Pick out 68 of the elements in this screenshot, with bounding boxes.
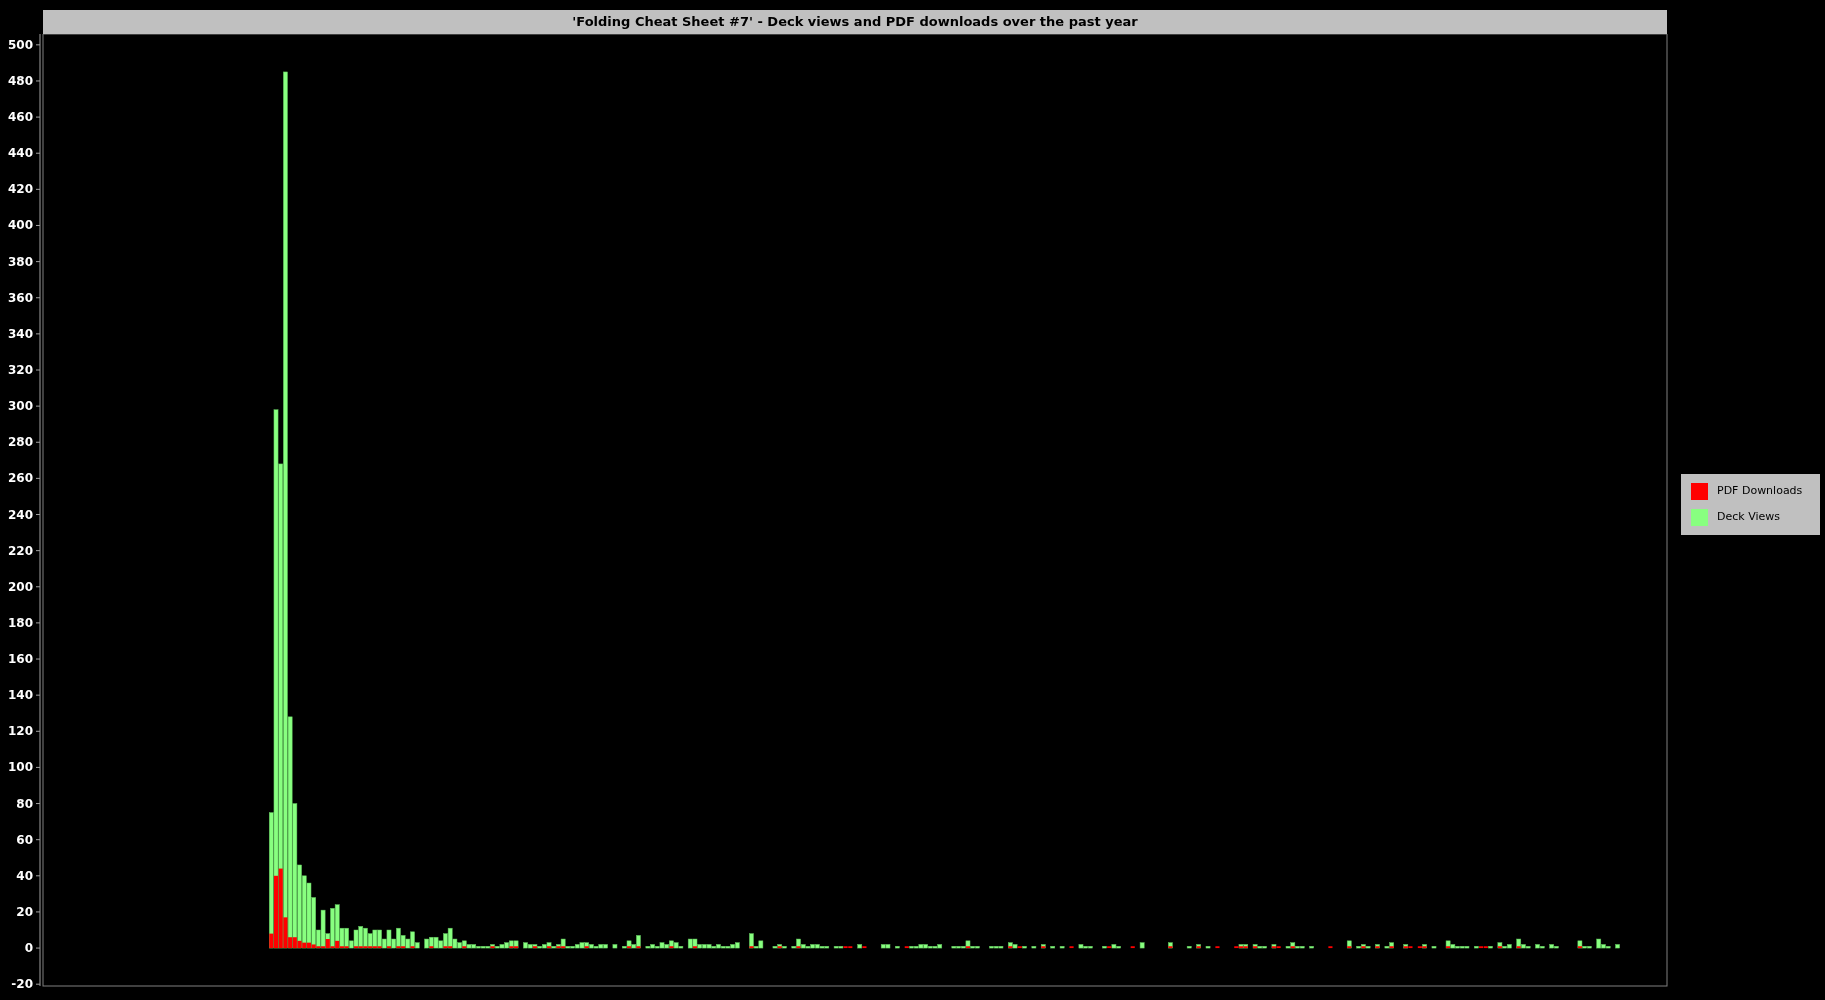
downloads-bar <box>429 946 434 949</box>
downloads-bar <box>627 946 632 949</box>
y-tick-label: 360 <box>7 290 33 305</box>
y-tick-label: -20 <box>11 977 33 992</box>
y-tick-label: 160 <box>7 652 33 667</box>
y-tick-label: 180 <box>7 615 33 630</box>
y-tick-label: 460 <box>7 110 33 125</box>
y-tick-label: 80 <box>16 796 33 811</box>
y-tick-label: 300 <box>7 399 33 414</box>
downloads-bar <box>777 946 782 949</box>
downloads-bar <box>1008 946 1013 949</box>
downloads-bar <box>462 946 467 949</box>
downloads-bar <box>1375 946 1380 949</box>
downloads-bar <box>965 946 971 949</box>
y-tick-label: 380 <box>7 254 33 269</box>
downloads-bar <box>1069 946 1074 949</box>
chart-title: 'Folding Cheat Sheet #7' - Deck views and PDF downloads over the past year <box>43 10 1667 34</box>
y-tick-label: 220 <box>7 543 33 558</box>
downloads-bar <box>796 946 801 949</box>
y-tick-label: 420 <box>7 182 33 197</box>
downloads-bar <box>410 946 415 949</box>
y-tick-label: 440 <box>7 146 33 161</box>
legend-label: Deck Views <box>1717 509 1780 526</box>
downloads-bar <box>1168 946 1173 949</box>
downloads-bar <box>692 946 697 949</box>
y-tick-label: 100 <box>7 760 33 775</box>
downloads-bar <box>1107 946 1112 949</box>
downloads-bar <box>1130 946 1135 949</box>
y-tick-label: 200 <box>7 579 33 594</box>
y-tick-label: 320 <box>7 363 33 377</box>
downloads-bar <box>490 946 495 949</box>
downloads-bar <box>669 946 674 949</box>
downloads-bar <box>1328 946 1333 949</box>
downloads-bar <box>1253 946 1258 949</box>
downloads-bar <box>1196 946 1201 949</box>
downloads-bar <box>532 946 537 949</box>
y-tick-label: 120 <box>7 724 33 739</box>
downloads-bar <box>1497 946 1502 949</box>
y-tick-label: 240 <box>7 507 33 522</box>
downloads-bar <box>1017 946 1022 949</box>
y-tick-label: 280 <box>7 435 33 450</box>
downloads-bar <box>636 946 641 949</box>
y-tick-label: 20 <box>16 904 33 919</box>
downloads-bar <box>862 946 867 949</box>
y-tick-label: 340 <box>7 326 33 341</box>
downloads-bar <box>547 946 552 949</box>
downloads-bar <box>1516 946 1521 949</box>
downloads-bar <box>1389 946 1394 949</box>
downloads-bar <box>749 946 754 949</box>
y-tick-label: 60 <box>16 832 33 847</box>
downloads-bar <box>386 946 392 949</box>
downloads-bar <box>1215 946 1220 949</box>
y-tick-label: 40 <box>16 868 33 883</box>
downloads-bar <box>1577 946 1582 949</box>
y-tick-label: 500 <box>7 37 33 52</box>
y-tick-label: 0 <box>24 941 33 956</box>
downloads-bar <box>1347 946 1352 949</box>
y-tick-label: 260 <box>7 471 33 486</box>
y-tick-label: 480 <box>7 73 33 88</box>
legend-label: PDF Downloads <box>1717 483 1803 500</box>
downloads-bar <box>1361 946 1366 949</box>
downloads-bar <box>584 946 589 949</box>
downloads-bar <box>1290 946 1295 949</box>
downloads-bar <box>1041 946 1046 949</box>
downloads-bar <box>1446 946 1451 949</box>
downloads-bar <box>904 946 909 949</box>
y-tick-label: 400 <box>7 218 33 233</box>
y-tick-label: 140 <box>7 688 33 703</box>
